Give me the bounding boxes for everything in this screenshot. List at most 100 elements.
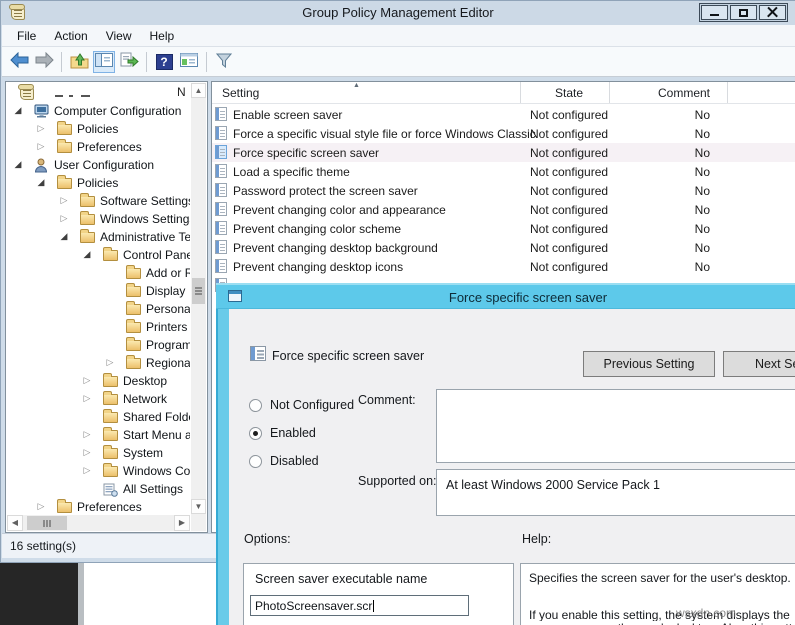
scroll-down-arrow-icon[interactable]: ▼ — [191, 499, 206, 514]
column-divider[interactable] — [520, 82, 521, 103]
tree-item-shared-folder[interactable]: Shared Folder — [7, 408, 190, 426]
column-divider[interactable] — [727, 82, 728, 103]
maximize-button[interactable] — [730, 5, 757, 20]
title-bar[interactable]: Group Policy Management Editor — [1, 1, 795, 25]
expander-collapsed-icon[interactable]: ▷ — [82, 429, 92, 440]
tree-item-preferences[interactable]: ▷Preferences — [7, 498, 190, 514]
tree-item-preferences[interactable]: ▷Preferences — [7, 138, 190, 156]
tree-item-computer-configuration[interactable]: ◢Computer Configuration — [7, 102, 190, 120]
screensaver-executable-input[interactable]: PhotoScreensaver.scr — [250, 595, 469, 616]
comment-textarea[interactable] — [436, 389, 795, 463]
export-list-button[interactable] — [118, 51, 140, 73]
clipped-text-fragment: N — [177, 85, 186, 99]
tree-vertical-scrollbar[interactable]: ▲ ▼ — [191, 83, 206, 514]
tree-item-all-settings[interactable]: All Settings — [7, 480, 190, 498]
help-button[interactable]: ? — [153, 51, 175, 73]
state-cell: Not configured — [530, 127, 608, 141]
expander-expanded-icon[interactable]: ◢ — [59, 231, 69, 242]
back-button[interactable] — [8, 51, 30, 73]
up-one-level-button[interactable] — [68, 51, 90, 73]
table-row[interactable]: Password protect the screen saverNot con… — [212, 181, 795, 200]
tree-horizontal-scrollbar[interactable]: ◀ ▶ — [7, 515, 190, 531]
setting-cell: Force a specific visual style file or fo… — [233, 127, 536, 141]
previous-setting-button[interactable]: Previous Setting — [583, 351, 715, 377]
tree-item-network[interactable]: ▷Network — [7, 390, 190, 408]
help-text-line: screen saver on the user's desktop. Also… — [529, 621, 795, 625]
radio-not-configured[interactable]: Not Configured — [249, 397, 354, 413]
menu-action[interactable]: Action — [45, 27, 96, 45]
horizontal-scroll-thumb[interactable] — [27, 516, 67, 530]
tree-item-printers[interactable]: Printers — [7, 318, 190, 336]
tree-item-policies[interactable]: ◢Policies — [7, 174, 190, 192]
tree-item-control-panel[interactable]: ◢Control Panel — [7, 246, 190, 264]
table-row[interactable]: Prevent changing color and appearanceNot… — [212, 200, 795, 219]
expander-expanded-icon[interactable]: ◢ — [36, 177, 46, 188]
tree-item-display[interactable]: Display — [7, 282, 190, 300]
expander-expanded-icon[interactable]: ◢ — [13, 105, 23, 116]
help-panel[interactable]: Specifies the screen saver for the user'… — [520, 563, 795, 625]
tree-item-desktop[interactable]: ▷Desktop — [7, 372, 190, 390]
table-row[interactable]: Enable screen saverNot configuredNo — [212, 105, 795, 124]
tree-item-software-settings[interactable]: ▷Software Settings — [7, 192, 190, 210]
table-row[interactable]: Load a specific themeNot configuredNo — [212, 162, 795, 181]
radio-enabled[interactable]: Enabled — [249, 425, 316, 441]
table-row[interactable]: Prevent changing desktop backgroundNot c… — [212, 238, 795, 257]
tree-item-system[interactable]: ▷System — [7, 444, 190, 462]
radio-button-icon[interactable] — [249, 399, 262, 412]
expander-expanded-icon[interactable]: ◢ — [13, 159, 23, 170]
tree-item-administrative-te[interactable]: ◢Administrative Te — [7, 228, 190, 246]
next-setting-button[interactable]: Next Setting — [723, 351, 795, 377]
expander-collapsed-icon[interactable]: ▷ — [82, 447, 92, 458]
column-header-setting[interactable]: Setting — [222, 86, 259, 100]
dialog-title-bar[interactable]: Force specific screen saver — [216, 285, 795, 309]
table-row[interactable]: Force a specific visual style file or fo… — [212, 124, 795, 143]
expander-collapsed-icon[interactable]: ▷ — [105, 357, 115, 368]
state-cell: Not configured — [530, 260, 608, 274]
tree-item-personaliz[interactable]: Personaliz — [7, 300, 190, 318]
policy-setting-icon — [215, 202, 227, 216]
expander-collapsed-icon[interactable]: ▷ — [59, 195, 69, 206]
expander-collapsed-icon[interactable]: ▷ — [82, 393, 92, 404]
tree-item-programs[interactable]: Programs — [7, 336, 190, 354]
tree-item-windows-settings[interactable]: ▷Windows Settings — [7, 210, 190, 228]
expander-collapsed-icon[interactable]: ▷ — [36, 501, 46, 512]
tree-item-user-configuration[interactable]: ◢User Configuration — [7, 156, 190, 174]
table-row[interactable]: Prevent changing desktop iconsNot config… — [212, 257, 795, 276]
expander-collapsed-icon[interactable]: ▷ — [59, 213, 69, 224]
vertical-scroll-thumb[interactable] — [192, 278, 205, 304]
tree-item-policies[interactable]: ▷Policies — [7, 120, 190, 138]
tree-item-add-or-re[interactable]: Add or Re — [7, 264, 190, 282]
tree-item-windows-con[interactable]: ▷Windows Con — [7, 462, 190, 480]
forward-button[interactable] — [33, 51, 55, 73]
scroll-up-arrow-icon[interactable]: ▲ — [191, 83, 206, 98]
menu-file[interactable]: File — [8, 27, 45, 45]
show-window-button[interactable] — [178, 51, 200, 73]
menu-view[interactable]: View — [97, 27, 141, 45]
table-row[interactable]: Force specific screen saverNot configure… — [212, 143, 795, 162]
expander-collapsed-icon[interactable]: ▷ — [36, 123, 46, 134]
radio-button-icon[interactable] — [249, 455, 262, 468]
tree-item-label: All Settings — [123, 482, 183, 496]
tree-item-start-menu-an[interactable]: ▷Start Menu an — [7, 426, 190, 444]
radio-disabled[interactable]: Disabled — [249, 453, 319, 469]
scroll-right-arrow-icon[interactable]: ▶ — [174, 515, 190, 531]
tree-item-regional-a[interactable]: ▷Regional a — [7, 354, 190, 372]
column-header-state[interactable]: State — [555, 86, 583, 100]
table-row[interactable]: Prevent changing color schemeNot configu… — [212, 219, 795, 238]
expander-collapsed-icon[interactable]: ▷ — [36, 141, 46, 152]
close-button[interactable] — [759, 5, 786, 20]
expander-collapsed-icon[interactable]: ▷ — [82, 465, 92, 476]
column-divider[interactable] — [609, 82, 610, 103]
menu-help[interactable]: Help — [141, 27, 184, 45]
radio-button-icon[interactable] — [249, 427, 262, 440]
tree-root-node-clipped[interactable]: N — [7, 84, 190, 101]
show-console-tree-button[interactable] — [93, 51, 115, 73]
column-header-comment[interactable]: Comment — [652, 86, 710, 100]
scroll-left-arrow-icon[interactable]: ◀ — [7, 515, 23, 531]
setting-cell: Prevent changing color scheme — [233, 222, 401, 236]
comment-cell: No — [652, 241, 710, 255]
expander-expanded-icon[interactable]: ◢ — [82, 249, 92, 260]
filter-button[interactable] — [213, 51, 235, 73]
expander-collapsed-icon[interactable]: ▷ — [82, 375, 92, 386]
minimize-button[interactable] — [701, 5, 728, 20]
